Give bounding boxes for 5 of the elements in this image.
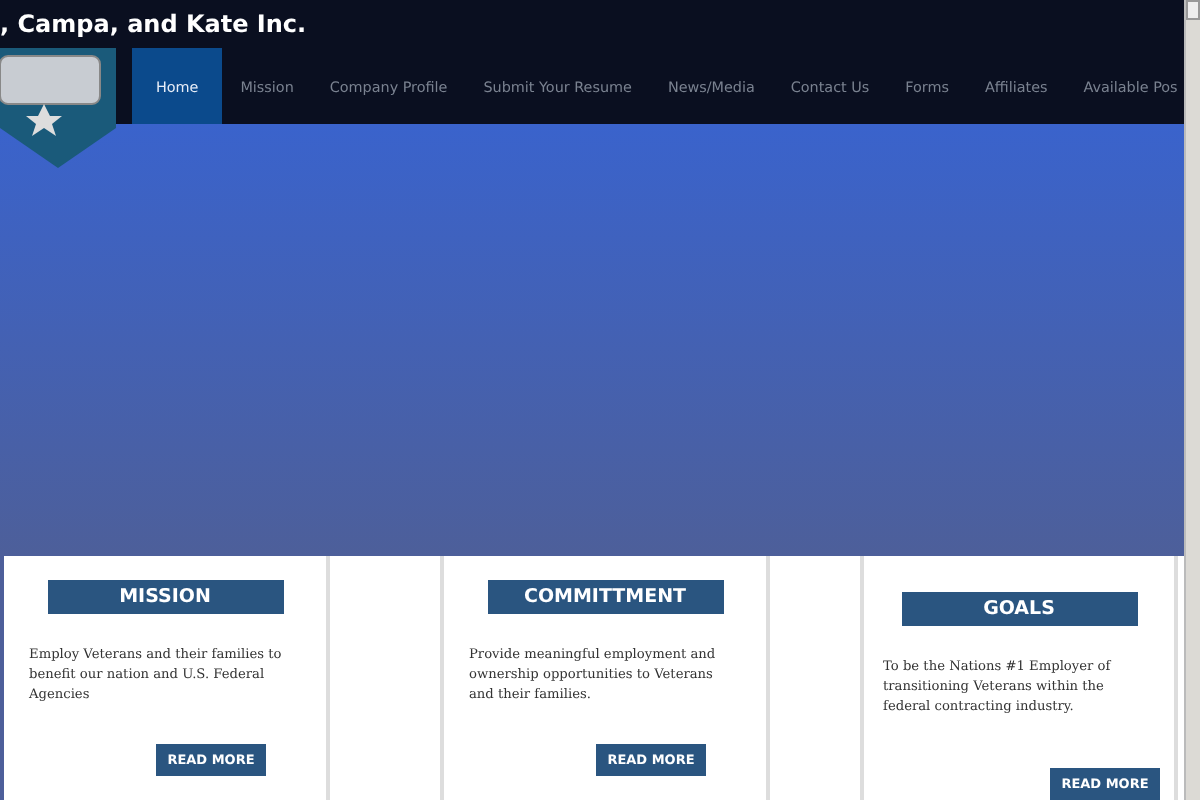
company-name: , Campa, and Kate Inc. <box>0 8 309 42</box>
card-heading: MISSION <box>47 580 283 614</box>
card-heading: GOALS <box>901 592 1137 626</box>
card-heading: COMMITTMENT <box>487 580 723 614</box>
scrollbar[interactable] <box>1184 0 1200 800</box>
